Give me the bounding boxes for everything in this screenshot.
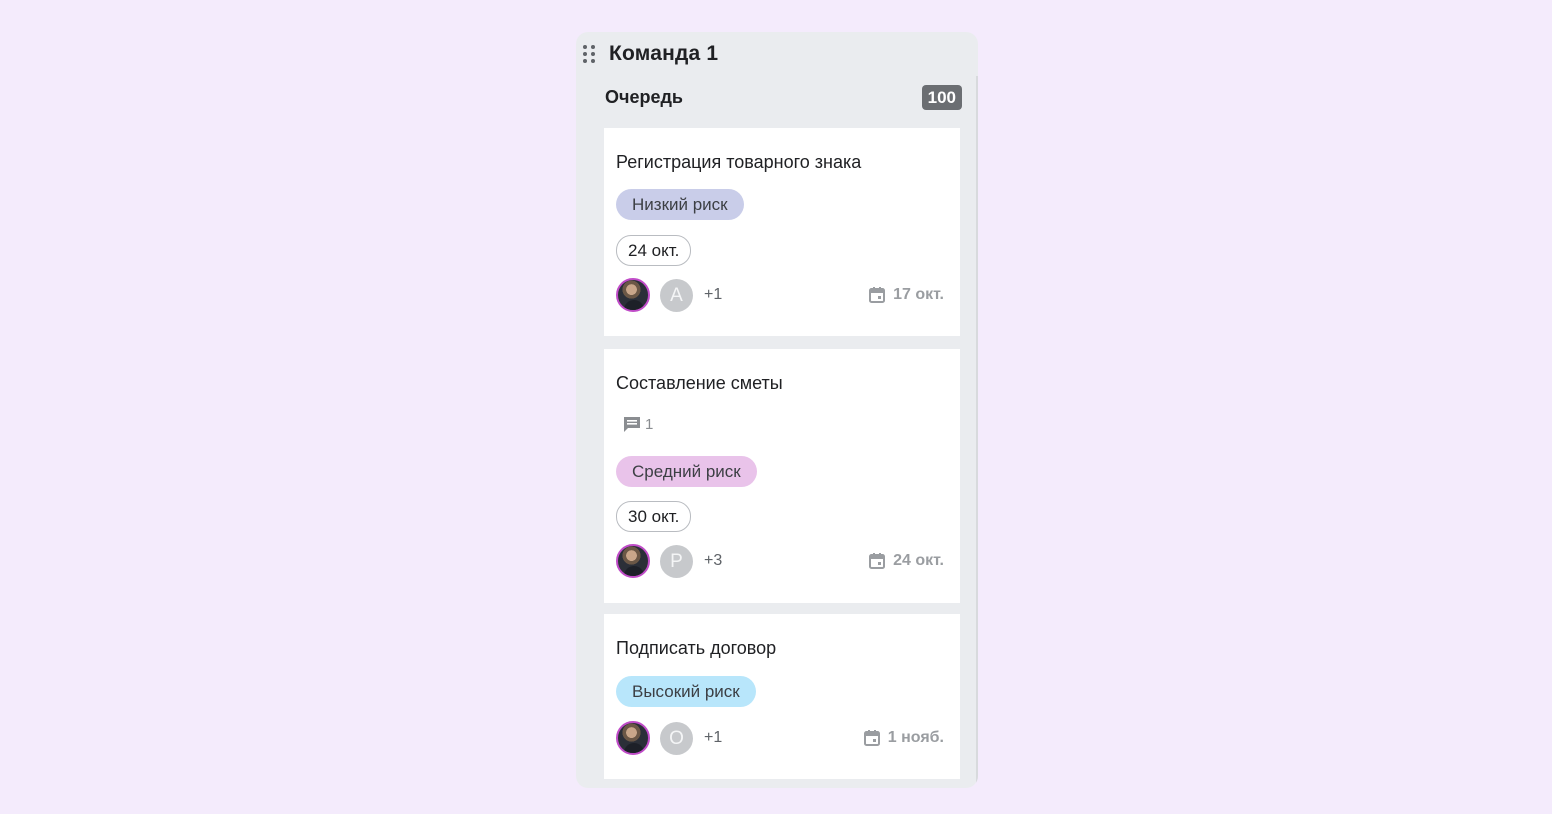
task-card[interactable]: Регистрация товарного знака Низкий риск … (604, 128, 960, 336)
task-card[interactable]: Подписать договор Высокий риск О +1 1 но… (604, 614, 960, 779)
assignees[interactable]: Р +3 (616, 544, 722, 578)
calendar-icon (863, 730, 880, 746)
risk-tag: Высокий риск (616, 676, 756, 707)
count-badge: 100 (921, 84, 962, 110)
avatar[interactable]: Р (660, 544, 693, 578)
due-date: 24 окт. (868, 552, 944, 570)
column-header: Очередь 100 (605, 82, 962, 112)
card-footer: А +1 17 окт. (616, 278, 944, 312)
date-chip[interactable]: 24 окт. (616, 235, 692, 266)
comments-label: 1 (645, 415, 654, 433)
extra-assignees-count[interactable]: +1 (704, 729, 722, 747)
avatar[interactable] (616, 721, 650, 755)
avatar[interactable] (616, 544, 650, 578)
task-card[interactable]: Составление сметы 1 Средний риск 30 окт.… (604, 349, 960, 603)
risk-tag: Низкий риск (616, 189, 744, 220)
comments-count[interactable]: 1 (622, 414, 653, 434)
date-chip[interactable]: 30 окт. (616, 501, 692, 532)
column-title: Очередь (605, 86, 683, 107)
calendar-icon (869, 553, 886, 569)
extra-assignees-count[interactable]: +3 (704, 552, 722, 570)
due-date-label: 17 окт. (893, 286, 944, 303)
card-footer: Р +3 24 окт. (616, 544, 944, 578)
card-title: Составление сметы (616, 373, 783, 393)
drag-handle-icon[interactable] (583, 44, 597, 64)
risk-tag: Средний риск (616, 456, 757, 487)
scrollbar[interactable] (976, 76, 978, 788)
board-header: Команда 1 (576, 32, 978, 76)
card-footer: О +1 1 нояб. (616, 721, 944, 755)
board-column-container: Команда 1 Очередь 100 Регистрация товарн… (576, 32, 978, 788)
card-title: Подписать договор (616, 638, 777, 658)
card-title: Регистрация товарного знака (616, 152, 862, 172)
board-title: Команда 1 (609, 42, 719, 65)
assignees[interactable]: А +1 (616, 278, 722, 312)
avatar[interactable]: А (660, 278, 693, 312)
avatar[interactable]: О (660, 721, 693, 755)
comment-icon (624, 417, 640, 432)
avatar[interactable] (616, 278, 650, 312)
due-date: 1 нояб. (863, 729, 944, 747)
due-date-label: 1 нояб. (887, 729, 944, 746)
calendar-icon (869, 287, 886, 303)
extra-assignees-count[interactable]: +1 (704, 286, 722, 304)
due-date-label: 24 окт. (893, 552, 944, 569)
due-date: 17 окт. (868, 286, 944, 304)
assignees[interactable]: О +1 (616, 721, 722, 755)
